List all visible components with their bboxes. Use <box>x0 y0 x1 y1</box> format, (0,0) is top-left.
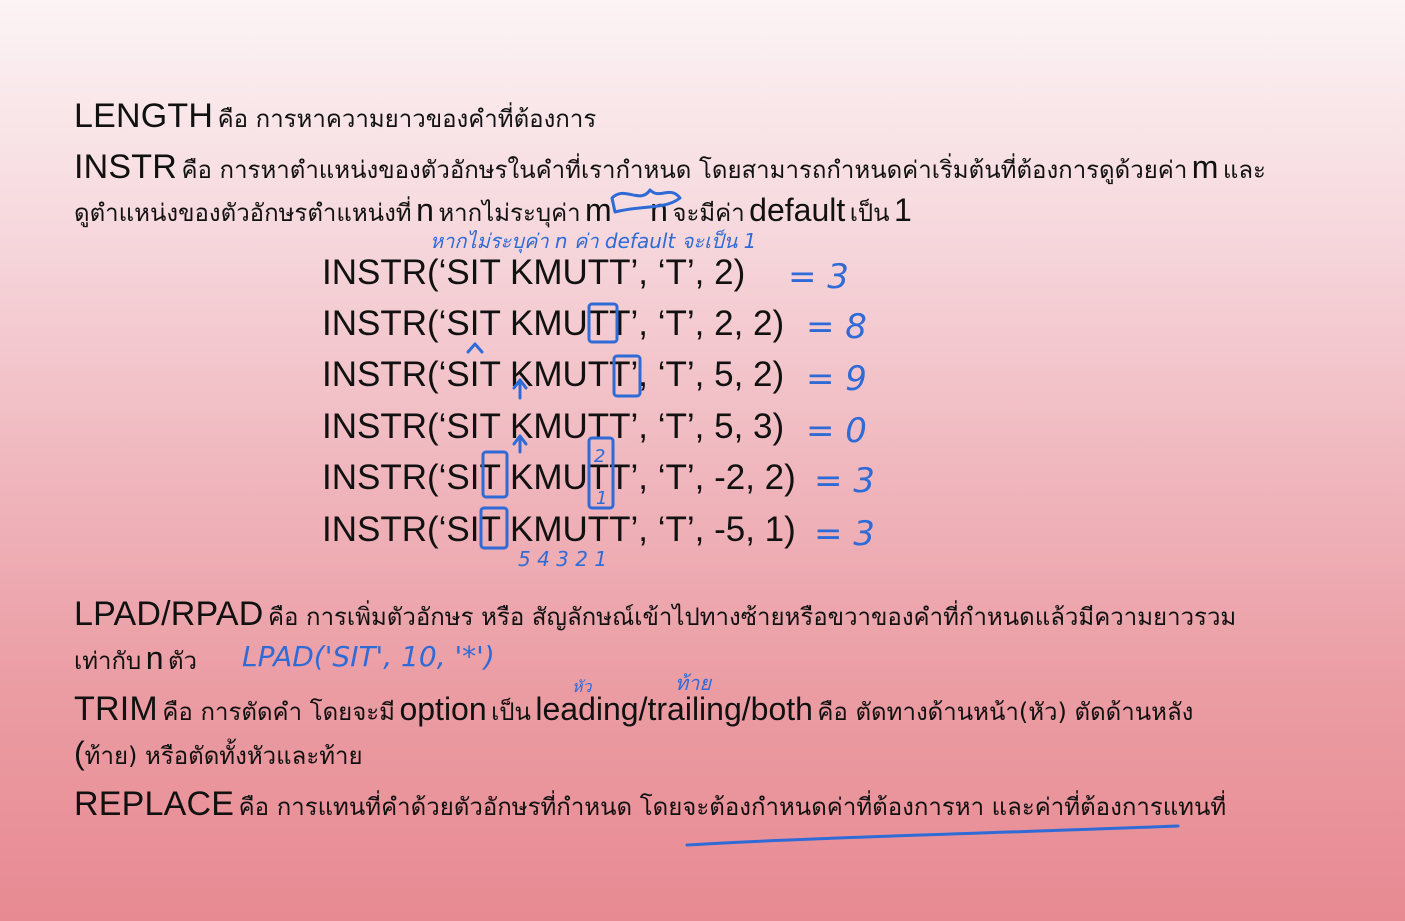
result-1: = 3 <box>788 257 849 297</box>
handwriting-overlay: หากไม่ระบุค่า n ค่า default จะเป็น 1 = 3… <box>242 188 1180 847</box>
note-head: หัว <box>572 677 593 696</box>
box-ex5-left <box>481 450 509 499</box>
scribble-mark <box>610 188 682 214</box>
pos-label-2: 2 <box>594 446 605 467</box>
lpad-handwritten-example: LPAD('SIT', 10, '*') <box>242 640 495 673</box>
result-5: = 3 <box>814 461 875 501</box>
result-4: = 0 <box>806 411 867 451</box>
replace-underline <box>685 824 1180 847</box>
arrow-ex4 <box>512 378 528 400</box>
box-ex3 <box>612 354 642 398</box>
box-ex2 <box>587 302 619 344</box>
position-numbers: 5 4 3 2 1 <box>518 547 607 571</box>
caret-ex3 <box>466 342 484 354</box>
instr-handwritten-note: หากไม่ระบุค่า n ค่า default จะเป็น 1 <box>430 229 756 254</box>
box-ex6 <box>479 506 509 550</box>
arrow-ex5 <box>512 434 528 454</box>
result-3: = 9 <box>806 359 867 399</box>
note-tail: ท้าย <box>675 671 712 695</box>
result-6: = 3 <box>814 514 875 554</box>
pos-label-1: 1 <box>596 488 607 509</box>
result-2: = 8 <box>806 307 867 347</box>
